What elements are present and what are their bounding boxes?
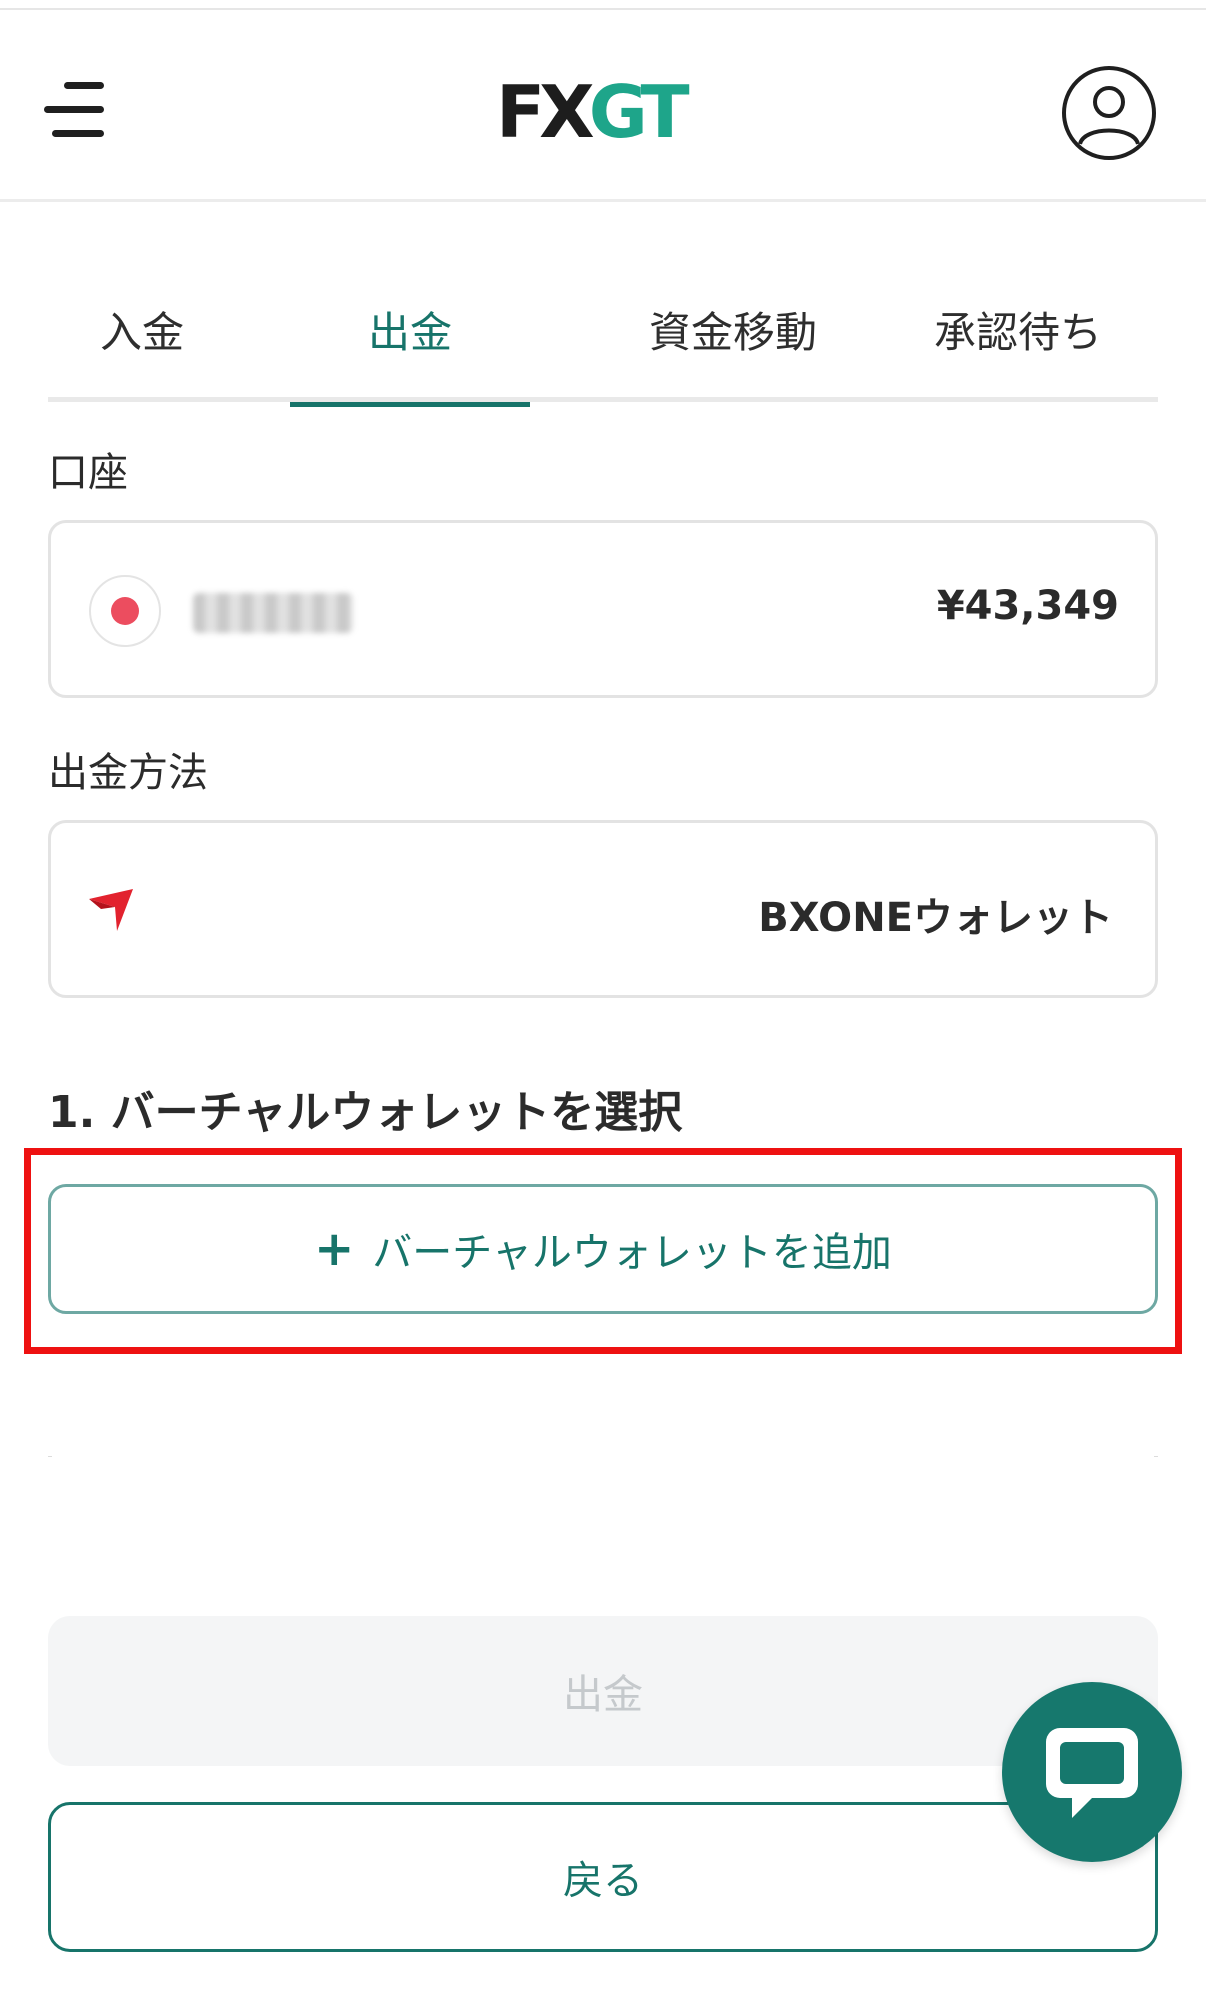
tab-transfer[interactable]: 資金移動 — [588, 268, 878, 402]
step-title: 1. バーチャルウォレットを選択 — [48, 1087, 683, 1138]
tab-withdraw[interactable]: 出金 — [290, 268, 530, 407]
withdraw-button[interactable]: 出金 — [48, 1616, 1158, 1766]
chat-bubble-icon[interactable] — [1002, 1682, 1182, 1862]
method-name: BXONEウォレット — [758, 895, 1113, 941]
user-circle-icon[interactable] — [1062, 66, 1156, 160]
account-balance: ¥43,349 — [936, 583, 1119, 629]
logo-gt-text: GT — [588, 70, 690, 154]
add-virtual-wallet-button[interactable]: + バーチャルウォレットを追加 — [48, 1184, 1158, 1314]
account-id-redacted — [193, 593, 353, 633]
logo-fx-text: FX — [496, 70, 595, 154]
japan-flag-icon — [89, 575, 161, 647]
bxone-logo-icon — [89, 889, 133, 931]
fxgt-logo[interactable]: FXGT — [496, 70, 690, 154]
method-label: 出金方法 — [48, 750, 208, 796]
menu-icon[interactable] — [44, 80, 110, 140]
plus-icon: + — [314, 1221, 355, 1277]
account-select[interactable]: ¥43,349 — [48, 520, 1158, 698]
divider — [48, 1456, 1158, 1457]
account-label: 口座 — [48, 450, 128, 496]
transaction-tabs: 入金 出金 資金移動 承認待ち — [48, 268, 1158, 407]
header: FXGT — [0, 10, 1206, 202]
method-select[interactable]: BXONEウォレット — [48, 820, 1158, 998]
back-button[interactable]: 戻る — [48, 1802, 1158, 1952]
add-virtual-wallet-label: バーチャルウォレットを追加 — [372, 1230, 892, 1276]
tab-deposit[interactable]: 入金 — [48, 268, 236, 402]
tab-pending[interactable]: 承認待ち — [878, 268, 1158, 402]
